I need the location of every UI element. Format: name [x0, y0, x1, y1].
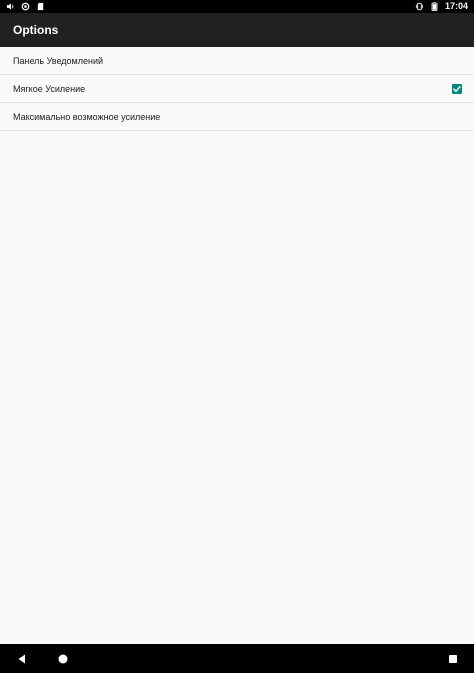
status-left: [0, 2, 51, 11]
settings-item-max-boost[interactable]: Максимально возможное усиление: [0, 103, 474, 131]
nav-bar: [0, 644, 474, 673]
settings-item-notification-panel[interactable]: Панель Уведомлений: [0, 47, 474, 75]
settings-item-label: Мягкое Усиление: [13, 83, 86, 94]
page-title: Options: [13, 23, 59, 37]
settings-item-label: Максимально возможное усиление: [13, 111, 161, 122]
screen: 17:04 Options Панель Уведомлений Мягкое …: [0, 0, 474, 673]
home-button[interactable]: [53, 644, 73, 673]
recents-icon: [449, 654, 457, 663]
vibrate-icon: [415, 2, 424, 11]
status-right: 17:04: [409, 0, 474, 13]
checkmark-icon: [453, 85, 461, 92]
back-button[interactable]: [12, 644, 32, 673]
status-bar: 17:04: [0, 0, 474, 13]
notification-icon: [21, 2, 30, 11]
home-icon: [58, 654, 68, 663]
sound-icon: [6, 2, 15, 11]
settings-item-label: Панель Уведомлений: [13, 55, 104, 66]
sd-card-icon: [36, 2, 45, 11]
battery-icon: [430, 2, 439, 11]
settings-item-soft-boost[interactable]: Мягкое Усиление: [0, 75, 474, 103]
soft-boost-checkbox[interactable]: [452, 83, 462, 94]
settings-list: Панель Уведомлений Мягкое Усиление Макси…: [0, 47, 474, 131]
app-bar: Options: [0, 13, 474, 47]
recents-button[interactable]: [443, 644, 463, 673]
back-icon: [18, 654, 25, 663]
status-time: 17:04: [444, 1, 468, 11]
